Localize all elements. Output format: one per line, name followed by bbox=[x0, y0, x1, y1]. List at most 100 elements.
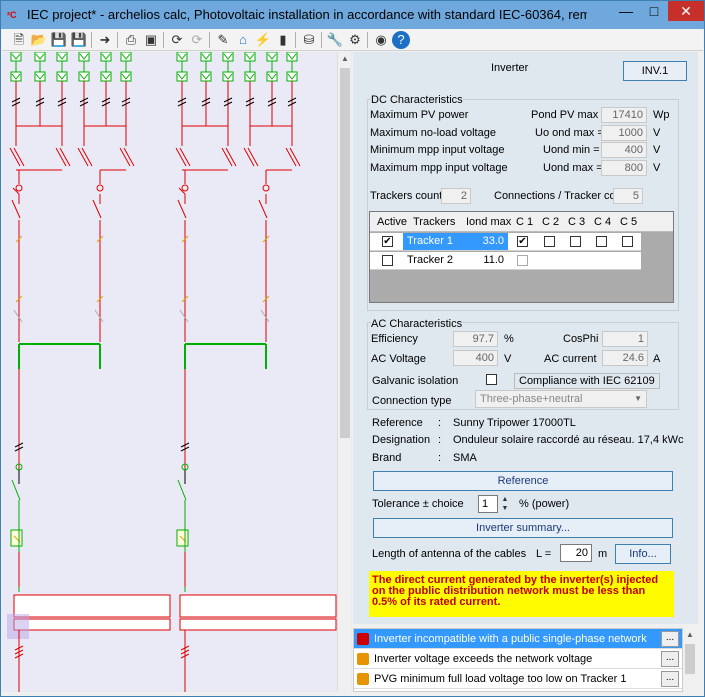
tracker1-c2-checkbox[interactable] bbox=[544, 236, 555, 247]
compliance-label: Compliance with IEC 62109 bbox=[514, 373, 660, 389]
maximize-button[interactable]: □ bbox=[640, 1, 668, 21]
uond-max-field[interactable]: 800 bbox=[601, 160, 647, 176]
list-item[interactable]: PVG minimum full load voltage too low on… bbox=[354, 669, 682, 689]
grid-header-c1: C 1 bbox=[516, 216, 534, 228]
list-item[interactable]: Inverter voltage exceeds the network vol… bbox=[354, 649, 682, 669]
table-row[interactable]: ✔ Tracker 1 33.0 ✔ bbox=[370, 233, 641, 251]
connections-field[interactable]: 5 bbox=[613, 188, 643, 204]
uond-min-field[interactable]: 400 bbox=[601, 142, 647, 158]
pv-string-group-2 bbox=[176, 52, 300, 369]
ac-voltage-unit: V bbox=[504, 353, 512, 365]
reference-button[interactable]: Reference bbox=[373, 471, 673, 491]
print-icon[interactable]: ⎙ bbox=[122, 31, 140, 49]
tolerance-unit: % (power) bbox=[519, 498, 570, 510]
uo-label: Uo ond max = bbox=[535, 127, 604, 139]
scroll-thumb[interactable] bbox=[340, 68, 350, 438]
uo-field[interactable]: 1000 bbox=[601, 125, 647, 141]
uond-max-label: Uond max = bbox=[543, 162, 603, 174]
designation-colon: : bbox=[438, 434, 442, 446]
message-text: PVG minimum full load voltage too low on… bbox=[374, 673, 627, 685]
list-item[interactable]: Inverter incompatible with a public sing… bbox=[354, 629, 682, 649]
tracker1-iond: 33.0 bbox=[458, 233, 508, 250]
chart-icon[interactable]: ▮ bbox=[274, 31, 292, 49]
message-more-button[interactable]: ... bbox=[661, 671, 679, 687]
close-button[interactable]: ✕ bbox=[668, 1, 704, 21]
max-pv-power-label: Maximum PV power bbox=[370, 109, 469, 121]
ac-current-label: AC current bbox=[544, 353, 597, 365]
connection-type-value: Three-phase+neutral bbox=[480, 393, 583, 405]
grid-header-c2: C 2 bbox=[542, 216, 560, 228]
tolerance-spinner[interactable]: ▲ ▼ bbox=[499, 495, 511, 513]
efficiency-field[interactable]: 97.7 bbox=[453, 331, 498, 347]
settings-icon[interactable]: ⚙ bbox=[346, 31, 364, 49]
reference-label: Reference bbox=[372, 417, 423, 429]
tracker1-c5-checkbox[interactable] bbox=[622, 236, 633, 247]
pond-pv-unit: Wp bbox=[653, 109, 670, 121]
ac-section-label: AC Characteristics bbox=[371, 318, 463, 330]
antenna-l-label: L = bbox=[536, 548, 552, 560]
tracker2-name: Tracker 2 bbox=[407, 254, 454, 266]
edit-icon[interactable]: ✎ bbox=[214, 31, 232, 49]
antenna-unit: m bbox=[598, 548, 608, 560]
minimize-button[interactable]: — bbox=[612, 1, 640, 21]
antenna-length-input[interactable]: 20 bbox=[560, 544, 592, 562]
brand-colon: : bbox=[438, 452, 442, 464]
tracker1-active-checkbox[interactable]: ✔ bbox=[382, 236, 393, 247]
tracker1-c1-checkbox[interactable]: ✔ bbox=[517, 236, 528, 247]
inverter-id-button[interactable]: INV.1 bbox=[623, 61, 687, 81]
diagram-scrollbar[interactable]: ▲ bbox=[337, 52, 351, 692]
grid-header-iond: Iond max bbox=[466, 216, 512, 228]
refresh-icon[interactable]: ⟳ bbox=[168, 31, 186, 49]
scroll-up-icon[interactable]: ▲ bbox=[338, 52, 352, 66]
tolerance-label: Tolerance ± choice bbox=[372, 498, 464, 510]
tracker1-c3-checkbox[interactable] bbox=[570, 236, 581, 247]
database-icon[interactable]: ⛁ bbox=[300, 31, 318, 49]
ac-current-field[interactable]: 24.6 bbox=[602, 350, 648, 366]
schematic-diagram[interactable] bbox=[2, 52, 352, 692]
uo-unit: V bbox=[653, 127, 661, 139]
message-more-button[interactable]: ... bbox=[661, 631, 679, 647]
connection-type-select[interactable]: Three-phase+neutral ▼ bbox=[475, 390, 647, 408]
info-button[interactable]: Info... bbox=[615, 544, 671, 564]
print-preview-icon[interactable]: ▣ bbox=[142, 31, 160, 49]
ac-voltage-field[interactable]: 400 bbox=[453, 350, 498, 366]
open-folder-icon[interactable]: 📂 bbox=[30, 31, 48, 49]
main-toolbar: 🗎 📂 💾 💾 ➜ ⎙ ▣ ⟳ ⟳ ✎ ⌂ ⚡ ▮ ⛁ 🔧 ⚙ ◉ ? bbox=[2, 29, 703, 51]
inverter-title: Inverter bbox=[491, 62, 529, 74]
tracker2-c1-checkbox[interactable] bbox=[517, 255, 528, 266]
tolerance-input[interactable]: 1 bbox=[478, 495, 498, 513]
cosphi-field[interactable]: 1 bbox=[602, 331, 648, 347]
designation-label: Designation bbox=[372, 434, 431, 446]
tracker2-active-checkbox[interactable] bbox=[382, 255, 393, 266]
tracker1-name: Tracker 1 bbox=[403, 233, 458, 250]
grid-header-c4: C 4 bbox=[594, 216, 612, 228]
designation-value: Onduleur solaire raccordé au réseau. 17,… bbox=[453, 434, 684, 446]
pv-string-group-1 bbox=[9, 52, 135, 369]
scroll-up-icon[interactable]: ▲ bbox=[683, 628, 697, 642]
inverter-summary-button[interactable]: Inverter summary... bbox=[373, 518, 673, 538]
scroll-thumb[interactable] bbox=[685, 644, 695, 674]
galvanic-label: Galvanic isolation bbox=[372, 375, 459, 387]
help-circle-icon[interactable]: ◉ bbox=[372, 31, 390, 49]
galvanic-checkbox[interactable] bbox=[486, 374, 497, 385]
new-file-icon[interactable]: 🗎 bbox=[10, 31, 28, 49]
export-icon[interactable]: ➜ bbox=[96, 31, 114, 49]
dc-section-label: DC Characteristics bbox=[371, 94, 463, 106]
save-as-icon[interactable]: 💾 bbox=[70, 31, 88, 49]
trackers-grid[interactable]: Active Trackers Iond max C 1 C 2 C 3 C 4… bbox=[369, 211, 674, 303]
pond-pv-field[interactable]: 17410 bbox=[601, 107, 647, 123]
lightning-icon[interactable]: ⚡ bbox=[254, 31, 272, 49]
message-more-button[interactable]: ... bbox=[661, 651, 679, 667]
max-noload-label: Maximum no-load voltage bbox=[370, 127, 496, 139]
trackers-count-field[interactable]: 2 bbox=[441, 188, 471, 204]
reference-value: Sunny Tripower 17000TL bbox=[453, 417, 576, 429]
table-row[interactable]: Tracker 2 11.0 bbox=[370, 252, 641, 270]
tracker1-c4-checkbox[interactable] bbox=[596, 236, 607, 247]
uond-min-label: Uond min = bbox=[543, 144, 600, 156]
messages-scrollbar[interactable]: ▲ bbox=[683, 628, 697, 692]
save-icon[interactable]: 💾 bbox=[50, 31, 68, 49]
home-icon[interactable]: ⌂ bbox=[234, 31, 252, 49]
uond-max-unit: V bbox=[653, 162, 661, 174]
question-icon[interactable]: ? bbox=[392, 31, 410, 49]
tools-icon[interactable]: 🔧 bbox=[326, 31, 344, 49]
